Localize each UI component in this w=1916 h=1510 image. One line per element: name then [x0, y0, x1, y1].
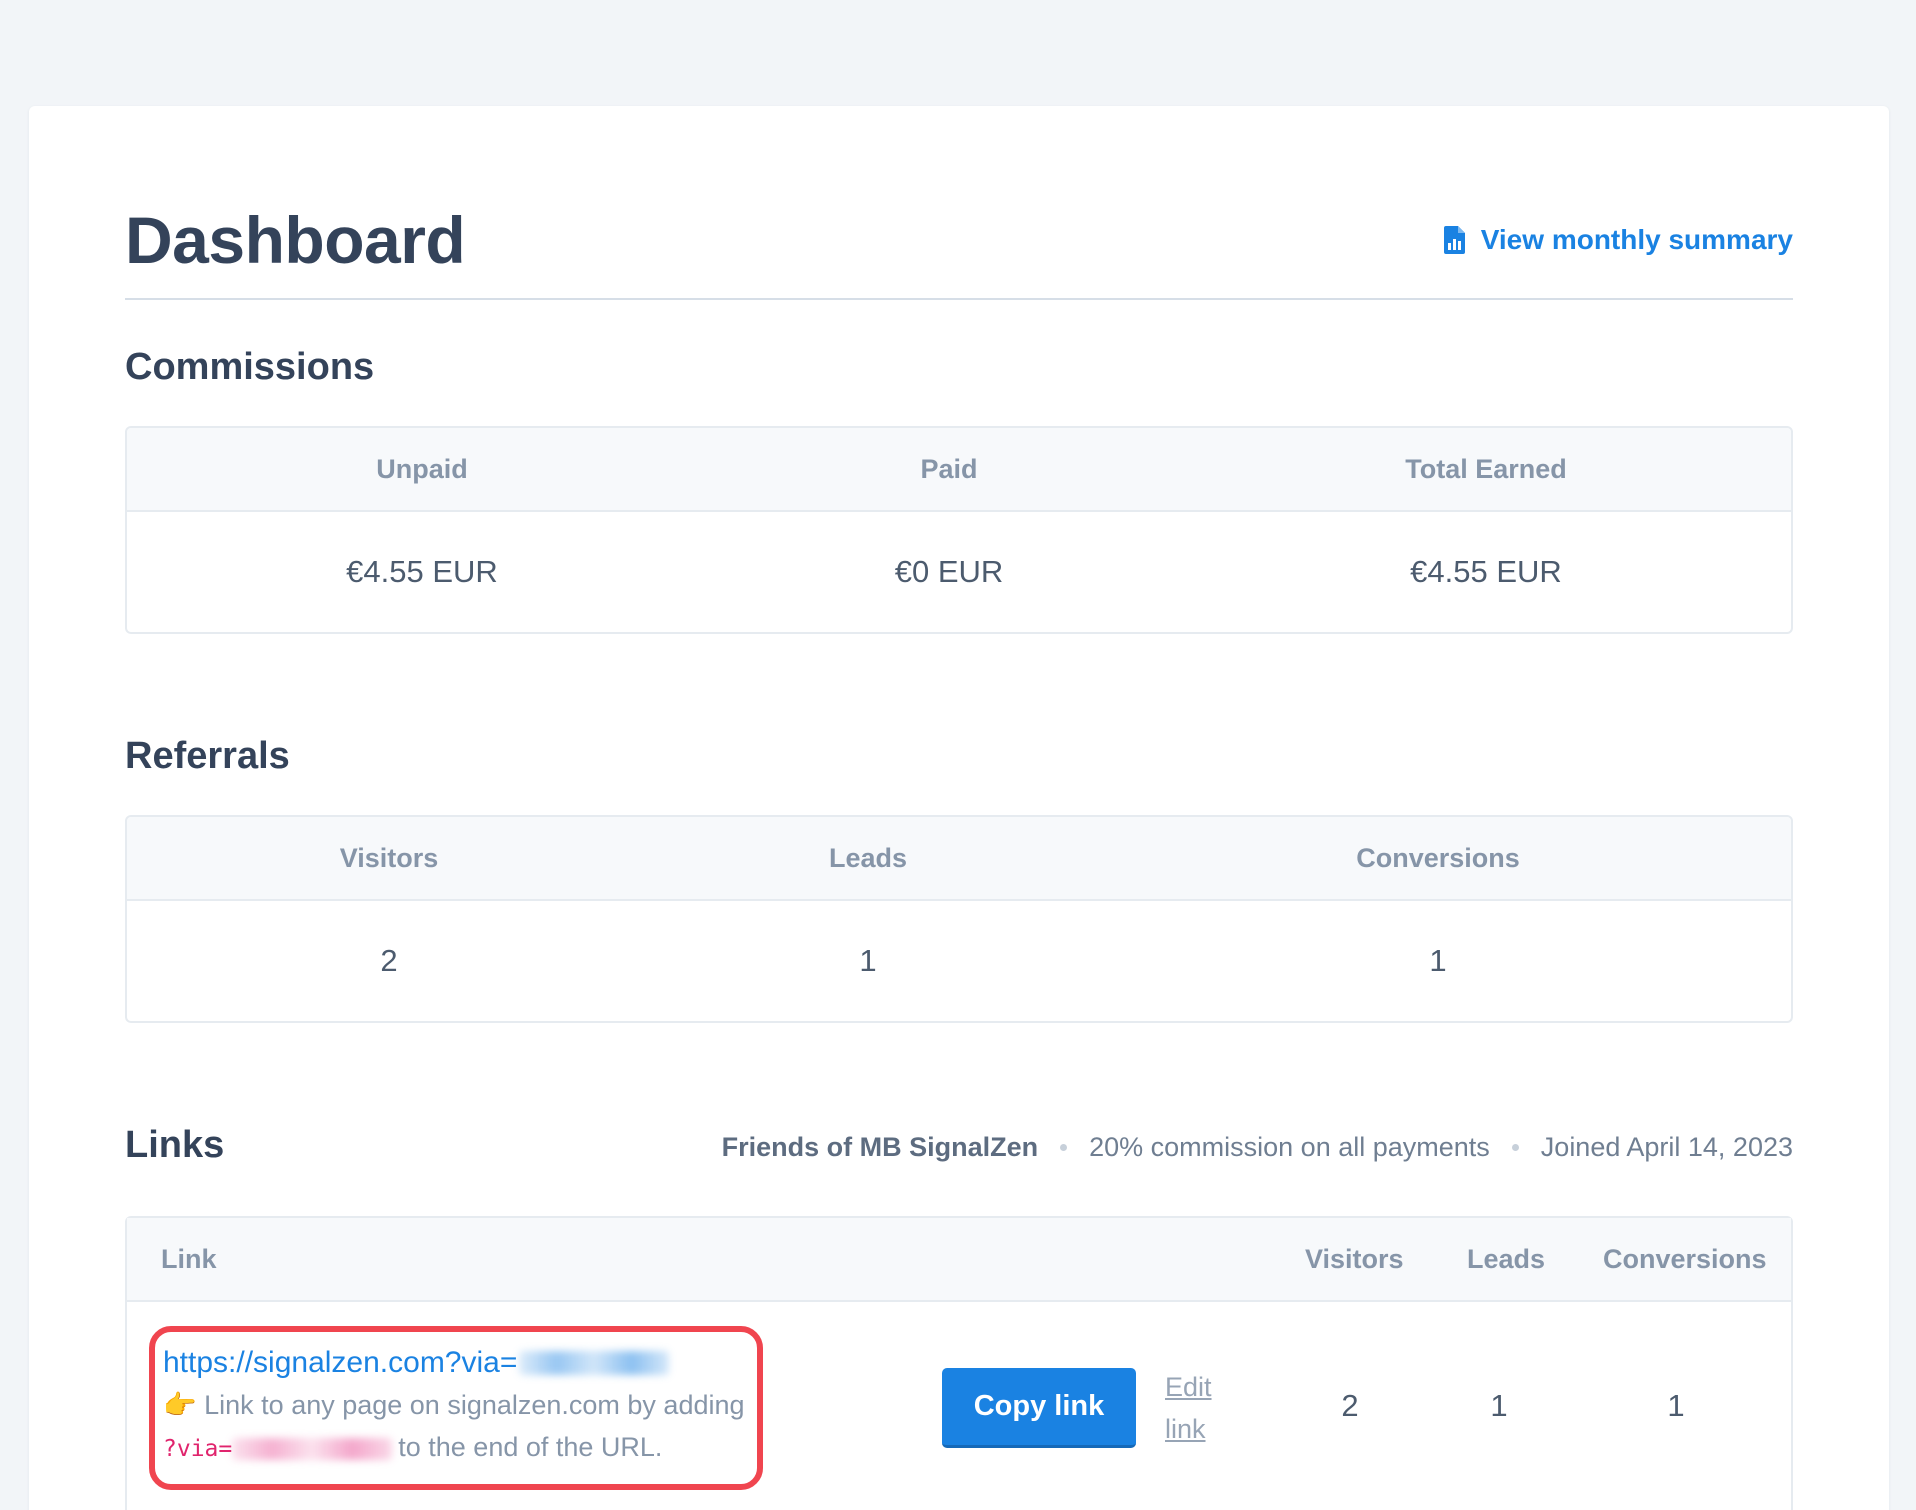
view-monthly-summary-link[interactable]: View monthly summary [1443, 224, 1793, 256]
link-hint: 👉 Link to any page on signalzen.com by a… [163, 1384, 757, 1470]
joined-date: Joined April 14, 2023 [1540, 1132, 1793, 1162]
links-title: Links [125, 1124, 225, 1166]
redacted-referral-id [519, 1351, 670, 1375]
dashboard-card: Dashboard View monthly summary Commissio… [29, 106, 1889, 1510]
referrals-col-leads: Leads [828, 842, 908, 873]
program-name: Friends of MB SignalZen [721, 1132, 1039, 1162]
commissions-table: Unpaid Paid Total Earned €4.55 EUR €0 EU… [125, 426, 1793, 634]
links-header-row: Link Visitors Leads Conversions [127, 1218, 1791, 1302]
commissions-paid-value: €0 EUR [894, 554, 1004, 589]
link-leads-value: 1 [1490, 1388, 1508, 1423]
program-meta: Friends of MB SignalZen 20% commission o… [722, 1132, 1793, 1163]
referral-link[interactable]: https://signalzen.com?via= [163, 1346, 757, 1380]
referrals-values-row: 2 1 1 [127, 901, 1791, 1021]
meta-separator [1511, 1144, 1519, 1151]
links-col-leads: Leads [1467, 1244, 1546, 1274]
links-col-visitors: Visitors [1305, 1244, 1404, 1274]
pointing-hand-icon: 👉 [163, 1390, 197, 1420]
document-chart-icon [1443, 225, 1467, 255]
hint-text-after: to the end of the URL. [398, 1432, 663, 1462]
commissions-values-row: €4.55 EUR €0 EUR €4.55 EUR [127, 512, 1791, 632]
copy-link-button[interactable]: Copy link [942, 1368, 1136, 1448]
commissions-col-total: Total Earned [1405, 453, 1567, 484]
referrals-visitors-value: 2 [380, 943, 398, 978]
referrals-col-visitors: Visitors [339, 842, 439, 873]
referral-link-text: https://signalzen.com?via= [163, 1346, 518, 1379]
link-visitors-value: 2 [1341, 1388, 1359, 1423]
links-table: Link Visitors Leads Conversions https://… [125, 1216, 1793, 1510]
edit-link[interactable]: Edit link [1165, 1366, 1225, 1450]
commissions-col-paid: Paid [920, 453, 978, 484]
referrals-conversions-value: 1 [1429, 943, 1447, 978]
commissions-header-row: Unpaid Paid Total Earned [127, 428, 1791, 512]
hint-text-before: Link to any page on signalzen.com by add… [204, 1390, 745, 1420]
page-header: Dashboard View monthly summary [125, 202, 1793, 300]
referrals-header-row: Visitors Leads Conversions [127, 817, 1791, 901]
link-conversions-value: 1 [1667, 1388, 1685, 1423]
commissions-unpaid-value: €4.55 EUR [346, 554, 498, 589]
commissions-total-value: €4.55 EUR [1410, 554, 1562, 589]
referrals-title: Referrals [125, 735, 290, 777]
links-col-conversions: Conversions [1603, 1244, 1767, 1274]
referrals-table: Visitors Leads Conversions 2 1 1 [125, 815, 1793, 1023]
view-monthly-summary-label: View monthly summary [1480, 224, 1793, 255]
hint-code: ?via= [163, 1436, 233, 1462]
page-title: Dashboard [125, 203, 466, 277]
commissions-col-unpaid: Unpaid [376, 453, 468, 484]
referrals-leads-value: 1 [859, 943, 877, 978]
referrals-col-conversions: Conversions [1356, 842, 1520, 873]
redacted-referral-id [232, 1437, 393, 1460]
referral-link-highlight: https://signalzen.com?via= 👉 Link to any… [149, 1326, 763, 1490]
commissions-title: Commissions [125, 346, 375, 388]
links-col-link: Link [161, 1244, 217, 1274]
commission-rate: 20% commission on all payments [1089, 1132, 1490, 1162]
meta-separator [1060, 1144, 1068, 1151]
